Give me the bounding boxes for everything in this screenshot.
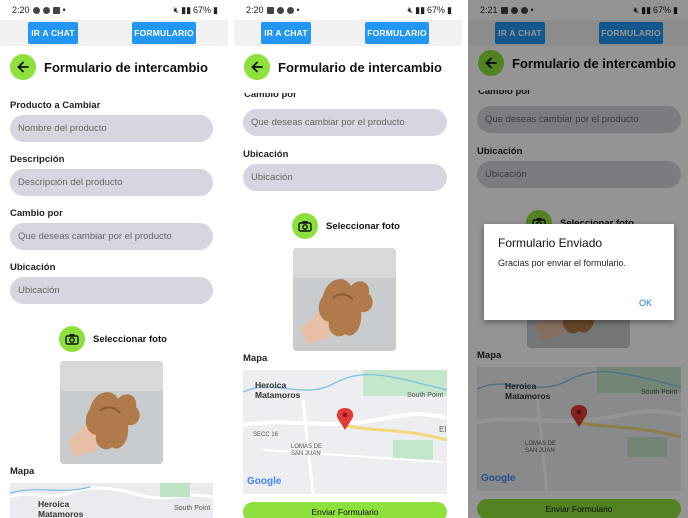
map-city-label: Heroica Matamoros (38, 499, 84, 518)
camera-icon (292, 213, 318, 239)
camera-icon (59, 326, 85, 352)
map-city-label: Heroica Matamoros (255, 380, 301, 400)
status-bar: 2:20 • 🔇︎ ▮▮ 67% ▮ (12, 4, 218, 16)
page-header: Formulario de intercambio (234, 48, 462, 86)
product-label: Producto a Cambiar (10, 100, 101, 111)
battery-level: 67% (427, 5, 446, 15)
product-photo (60, 361, 163, 464)
app-notification-icon (32, 6, 40, 14)
map-poi-south-point: South Point (174, 505, 211, 512)
screen-2: 2:20 • 🔇︎ ▮▮ 67% ▮ IR A CHAT FORMULARIO Form… (234, 0, 462, 518)
map-poi-secc: SECC 16 (253, 432, 279, 438)
gallery-icon (266, 6, 274, 14)
description-input[interactable]: Descripción del producto (10, 169, 213, 196)
select-photo-label: Seleccionar foto (93, 333, 167, 345)
form-button[interactable]: FORMULARIO (365, 22, 429, 44)
map-label: Mapa (10, 466, 35, 477)
map-poi-south-point: South Point (407, 392, 444, 399)
status-bar: 2:20 • 🔇︎ ▮▮ 67% ▮ (246, 4, 452, 16)
exchange-label: Cambio por (244, 93, 297, 100)
page-header: Formulario de intercambio (0, 48, 228, 86)
map-view[interactable]: Heroica Matamoros South Point (10, 483, 213, 518)
description-label: Descripción (10, 154, 65, 165)
dialog-message: Gracias por enviar el formulario. (498, 258, 627, 268)
arrow-left-icon (17, 61, 29, 73)
success-dialog: Formulario Enviado Gracias por enviar el… (484, 224, 674, 320)
send-form-button[interactable]: Enviar Formulario (243, 502, 447, 518)
select-photo-label: Seleccionar foto (326, 220, 400, 232)
battery-level: 67% (193, 5, 212, 15)
screen-1: 2:20 • 🔇︎ ▮▮ 67% ▮ IR A CHAT FORMULARIO Form… (0, 0, 228, 518)
form-button[interactable]: FORMULARIO (132, 22, 196, 44)
status-time: 2:20 (246, 5, 264, 15)
map-view[interactable]: Heroica Matamoros South Point SECC 16 LOM… (243, 370, 447, 494)
map-label: Mapa (243, 353, 268, 364)
dialog-title: Formulario Enviado (498, 236, 603, 250)
map-poi-el: El (439, 425, 447, 434)
signal-icon: ▮▮ (415, 4, 426, 15)
mute-icon: 🔇︎ (407, 4, 414, 15)
exchange-input[interactable]: Que deseas cambiar por el producto (243, 109, 447, 136)
location-label: Ubicación (10, 262, 56, 273)
page-title: Formulario de intercambio (278, 59, 442, 75)
arrow-left-icon (251, 61, 263, 73)
signal-icon: ▮▮ (181, 4, 192, 15)
battery-icon: ▮ (447, 4, 452, 15)
exchange-label: Cambio por (10, 208, 63, 219)
location-input[interactable]: Ubicación (10, 277, 213, 304)
google-logo: Google (247, 476, 282, 487)
battery-icon: ▮ (213, 4, 218, 15)
whatsapp-icon (286, 6, 294, 14)
back-button[interactable] (10, 54, 36, 80)
mute-icon: 🔇︎ (173, 4, 180, 15)
location-label: Ubicación (243, 149, 289, 160)
status-time: 2:20 (12, 5, 30, 15)
go-to-chat-button[interactable]: IR A CHAT (261, 22, 311, 44)
select-photo-button[interactable]: Seleccionar foto (292, 213, 400, 239)
product-photo (293, 248, 396, 351)
dialog-ok-button[interactable]: OK (639, 298, 652, 308)
screen-3: 2:21 • 🔇︎ ▮▮ 67% ▮ IR A CHAT FORMULARIO Form… (468, 0, 688, 518)
select-photo-button[interactable]: Seleccionar foto (59, 326, 167, 352)
whatsapp-icon (42, 6, 50, 14)
page-title: Formulario de intercambio (44, 59, 208, 75)
map-poi-lomas: LOMAS DE SAN JUAN (291, 444, 323, 457)
location-input[interactable]: Ubicación (243, 164, 447, 191)
product-input[interactable]: Nombre del producto (10, 115, 213, 142)
s-app-icon (52, 6, 60, 14)
back-button[interactable] (244, 54, 270, 80)
go-to-chat-button[interactable]: IR A CHAT (28, 22, 78, 44)
exchange-input[interactable]: Que deseas cambiar por el producto (10, 223, 213, 250)
messenger-icon (276, 6, 284, 14)
